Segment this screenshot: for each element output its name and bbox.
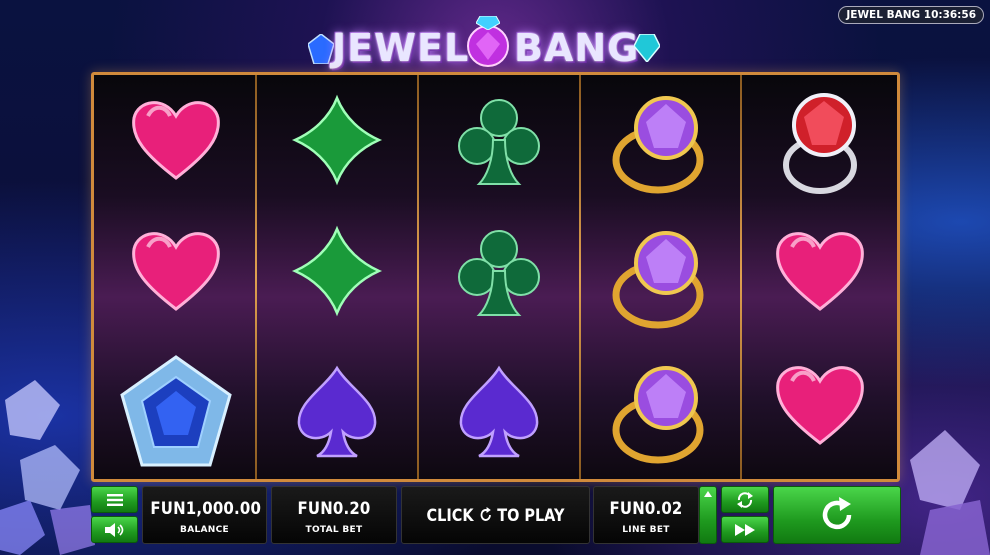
control-bar: FUN1,000.00 BALANCE FUN0.20 TOTAL BET CL…	[91, 486, 902, 544]
line-bet-label: LINE BET	[622, 525, 670, 535]
autoplay-icon	[737, 491, 753, 508]
reels-area	[91, 72, 900, 482]
fast-forward-icon	[735, 523, 755, 536]
reel-separator	[417, 75, 419, 479]
heart-icon	[770, 355, 870, 455]
logo-word-jewel: JEWEL	[332, 26, 470, 70]
ruby-ring-icon	[770, 87, 876, 199]
play-suffix: TO PLAY	[497, 506, 565, 526]
sapphire-brooch-icon	[120, 355, 232, 467]
purple-gem-icon	[467, 25, 509, 67]
reel-separator	[740, 75, 742, 479]
menu-button[interactable]	[91, 486, 138, 513]
line-bet-increase-button[interactable]	[699, 486, 717, 544]
total-bet-panel: FUN0.20 TOTAL BET	[271, 486, 397, 544]
spade-icon	[287, 362, 387, 462]
crystals-right-decoration	[910, 430, 990, 555]
diamond-suit-icon	[287, 221, 387, 321]
line-bet-value: FUN0.02	[609, 499, 683, 519]
balance-value: FUN1,000.00	[150, 499, 262, 519]
amethyst-ring-icon	[606, 90, 716, 200]
turbo-button[interactable]	[721, 516, 769, 543]
menu-icon	[106, 493, 123, 506]
crystals-left-decoration	[0, 380, 95, 555]
heart-icon	[126, 221, 226, 321]
club-icon	[449, 221, 549, 321]
cyan-gem-icon	[476, 16, 500, 30]
total-bet-value: FUN0.20	[297, 499, 371, 519]
amethyst-ring-icon	[606, 225, 716, 335]
speaker-icon	[104, 522, 123, 537]
click-to-play-button[interactable]: CLICK TO PLAY	[401, 486, 590, 544]
heart-icon	[770, 221, 870, 321]
heart-icon	[126, 90, 226, 190]
spade-icon	[449, 362, 549, 462]
balance-panel: FUN1,000.00 BALANCE	[142, 486, 267, 544]
spin-button[interactable]	[773, 486, 901, 544]
play-prefix: CLICK	[426, 506, 474, 526]
sound-button[interactable]	[91, 516, 138, 543]
logo-word-bang: BANG	[514, 26, 640, 70]
teal-gem-icon	[634, 34, 660, 62]
total-bet-label: TOTAL BET	[305, 525, 363, 535]
amethyst-ring-icon	[606, 360, 716, 470]
line-bet-panel: FUN0.02 LINE BET	[593, 486, 699, 544]
blue-gem-icon	[308, 34, 334, 64]
game-logo: JEWEL BANG	[308, 16, 662, 76]
game-clock: JEWEL BANG 10:36:56	[838, 6, 984, 24]
arrow-up-icon	[704, 491, 712, 497]
diamond-suit-icon	[287, 90, 387, 190]
balance-label: BALANCE	[180, 525, 229, 535]
club-icon	[449, 90, 549, 190]
reel-separator	[255, 75, 257, 479]
refresh-icon	[480, 507, 491, 521]
spin-icon	[822, 497, 852, 530]
autoplay-button[interactable]	[721, 486, 769, 513]
reel-separator	[579, 75, 581, 479]
